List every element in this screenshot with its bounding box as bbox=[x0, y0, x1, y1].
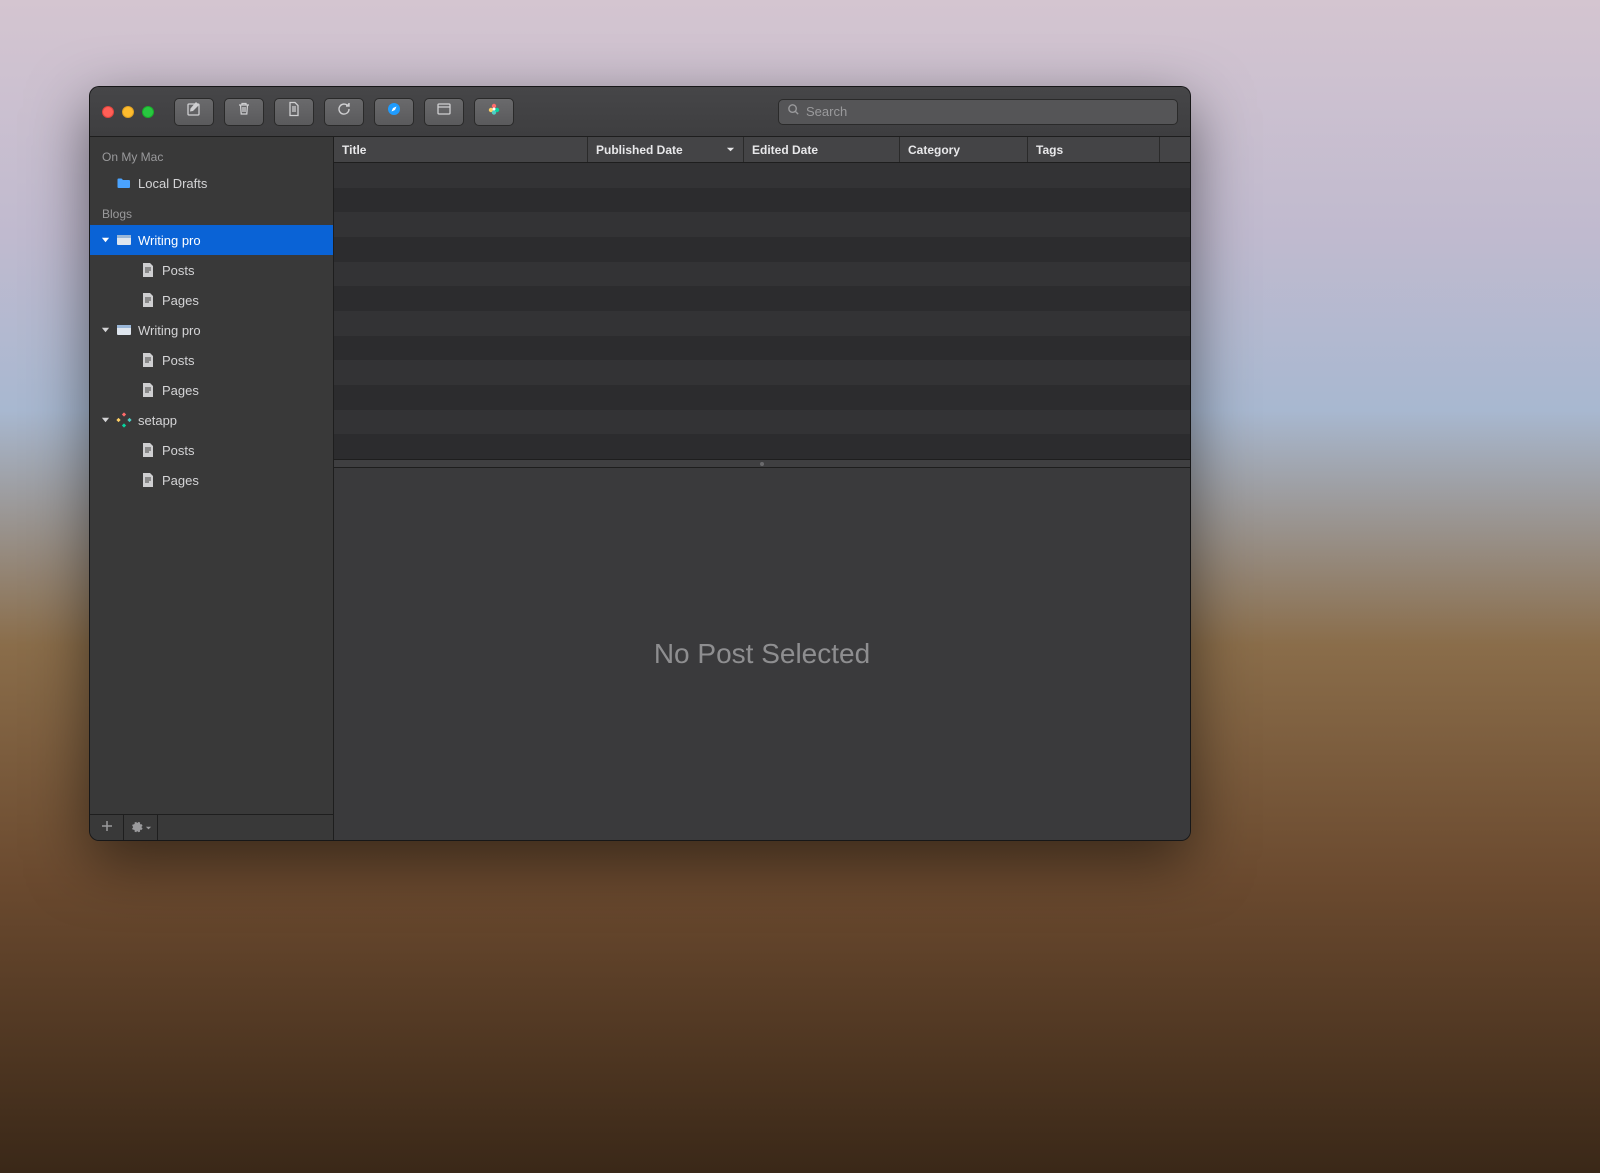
chevron-down-icon bbox=[145, 820, 152, 835]
main-content: Title Published Date Edited Date Categor… bbox=[334, 137, 1190, 840]
grip-icon bbox=[760, 462, 764, 466]
sidebar-item-pages[interactable]: Pages bbox=[90, 375, 333, 405]
table-row bbox=[334, 212, 1190, 237]
column-spacer bbox=[1160, 137, 1186, 162]
toolbar bbox=[90, 87, 1190, 137]
app-window: On My Mac Local Drafts Blogs bbox=[89, 86, 1191, 841]
table-body[interactable] bbox=[334, 163, 1190, 459]
sidebar-item-pages[interactable]: Pages bbox=[90, 465, 333, 495]
doc-icon bbox=[140, 292, 156, 308]
sidebar-item-label: setapp bbox=[138, 413, 177, 428]
sidebar-item-writing-pro[interactable]: Writing pro bbox=[90, 225, 333, 255]
sidebar-footer bbox=[90, 814, 333, 840]
column-label: Title bbox=[342, 143, 366, 157]
delete-button[interactable] bbox=[224, 98, 264, 126]
blog-icon bbox=[116, 232, 132, 248]
table-row bbox=[334, 163, 1190, 188]
table-row bbox=[334, 410, 1190, 435]
sidebar-item-label: Posts bbox=[162, 443, 195, 458]
table-row bbox=[334, 188, 1190, 213]
sidebar-item-setapp[interactable]: setapp bbox=[90, 405, 333, 435]
empty-state-text: No Post Selected bbox=[654, 638, 870, 670]
settings-button[interactable] bbox=[124, 815, 158, 840]
search-input[interactable] bbox=[806, 104, 1169, 119]
table-row bbox=[334, 237, 1190, 262]
sidebar-item-label: Pages bbox=[162, 473, 199, 488]
sidebar-item-label: Writing pro bbox=[138, 233, 201, 248]
post-preview: No Post Selected bbox=[334, 468, 1190, 840]
sidebar-item-label: Pages bbox=[162, 383, 199, 398]
compass-icon bbox=[386, 101, 402, 122]
sidebar-section-local: On My Mac bbox=[90, 141, 333, 168]
sidebar-item-writing-pro-2[interactable]: Writing pro bbox=[90, 315, 333, 345]
sidebar-item-pages[interactable]: Pages bbox=[90, 285, 333, 315]
sidebar-item-label: Pages bbox=[162, 293, 199, 308]
column-edited-date[interactable]: Edited Date bbox=[744, 137, 900, 162]
media-button[interactable] bbox=[474, 98, 514, 126]
disclosure-triangle-icon[interactable] bbox=[100, 325, 110, 335]
edit-button[interactable] bbox=[274, 98, 314, 126]
compose-icon bbox=[186, 101, 202, 122]
split-handle[interactable] bbox=[334, 459, 1190, 468]
column-tags[interactable]: Tags bbox=[1028, 137, 1160, 162]
minimize-window-button[interactable] bbox=[122, 106, 134, 118]
new-post-button[interactable] bbox=[174, 98, 214, 126]
table-row bbox=[334, 360, 1190, 385]
document-icon bbox=[286, 101, 302, 122]
window-controls bbox=[102, 106, 154, 118]
window-icon bbox=[436, 101, 452, 122]
sidebar-section-blogs: Blogs bbox=[90, 198, 333, 225]
table-row bbox=[334, 262, 1190, 287]
refresh-icon bbox=[336, 101, 352, 122]
sidebar: On My Mac Local Drafts Blogs bbox=[90, 137, 334, 840]
search-icon bbox=[787, 103, 800, 121]
search-field[interactable] bbox=[778, 99, 1178, 125]
doc-icon bbox=[140, 472, 156, 488]
table-row bbox=[334, 385, 1190, 410]
table-row bbox=[334, 336, 1190, 361]
sidebar-item-label: Posts bbox=[162, 353, 195, 368]
sidebar-item-local-drafts[interactable]: Local Drafts bbox=[90, 168, 333, 198]
gear-icon bbox=[130, 820, 143, 836]
doc-icon bbox=[140, 262, 156, 278]
blog-icon bbox=[116, 322, 132, 338]
sidebar-item-posts[interactable]: Posts bbox=[90, 435, 333, 465]
column-category[interactable]: Category bbox=[900, 137, 1028, 162]
add-button[interactable] bbox=[90, 815, 124, 840]
table-row bbox=[334, 286, 1190, 311]
table-row bbox=[334, 311, 1190, 336]
flower-icon bbox=[486, 101, 502, 122]
trash-icon bbox=[236, 101, 252, 122]
setapp-icon bbox=[116, 412, 132, 428]
doc-icon bbox=[140, 442, 156, 458]
sidebar-item-label: Writing pro bbox=[138, 323, 201, 338]
doc-icon bbox=[140, 382, 156, 398]
column-label: Edited Date bbox=[752, 143, 818, 157]
plus-icon bbox=[101, 820, 113, 835]
preview-button[interactable] bbox=[374, 98, 414, 126]
zoom-window-button[interactable] bbox=[142, 106, 154, 118]
refresh-button[interactable] bbox=[324, 98, 364, 126]
sidebar-item-label: Local Drafts bbox=[138, 176, 207, 191]
column-title[interactable]: Title bbox=[334, 137, 588, 162]
sidebar-item-label: Posts bbox=[162, 263, 195, 278]
publish-button[interactable] bbox=[424, 98, 464, 126]
column-label: Published Date bbox=[596, 143, 683, 157]
disclosure-triangle-icon[interactable] bbox=[100, 235, 110, 245]
column-label: Category bbox=[908, 143, 960, 157]
table-row bbox=[334, 434, 1190, 459]
column-label: Tags bbox=[1036, 143, 1063, 157]
sidebar-item-posts[interactable]: Posts bbox=[90, 255, 333, 285]
sort-descending-icon bbox=[726, 143, 735, 157]
disclosure-triangle-icon[interactable] bbox=[100, 415, 110, 425]
doc-icon bbox=[140, 352, 156, 368]
folder-icon bbox=[116, 175, 132, 191]
sidebar-item-posts[interactable]: Posts bbox=[90, 345, 333, 375]
table-header: Title Published Date Edited Date Categor… bbox=[334, 137, 1190, 163]
close-window-button[interactable] bbox=[102, 106, 114, 118]
column-published-date[interactable]: Published Date bbox=[588, 137, 744, 162]
